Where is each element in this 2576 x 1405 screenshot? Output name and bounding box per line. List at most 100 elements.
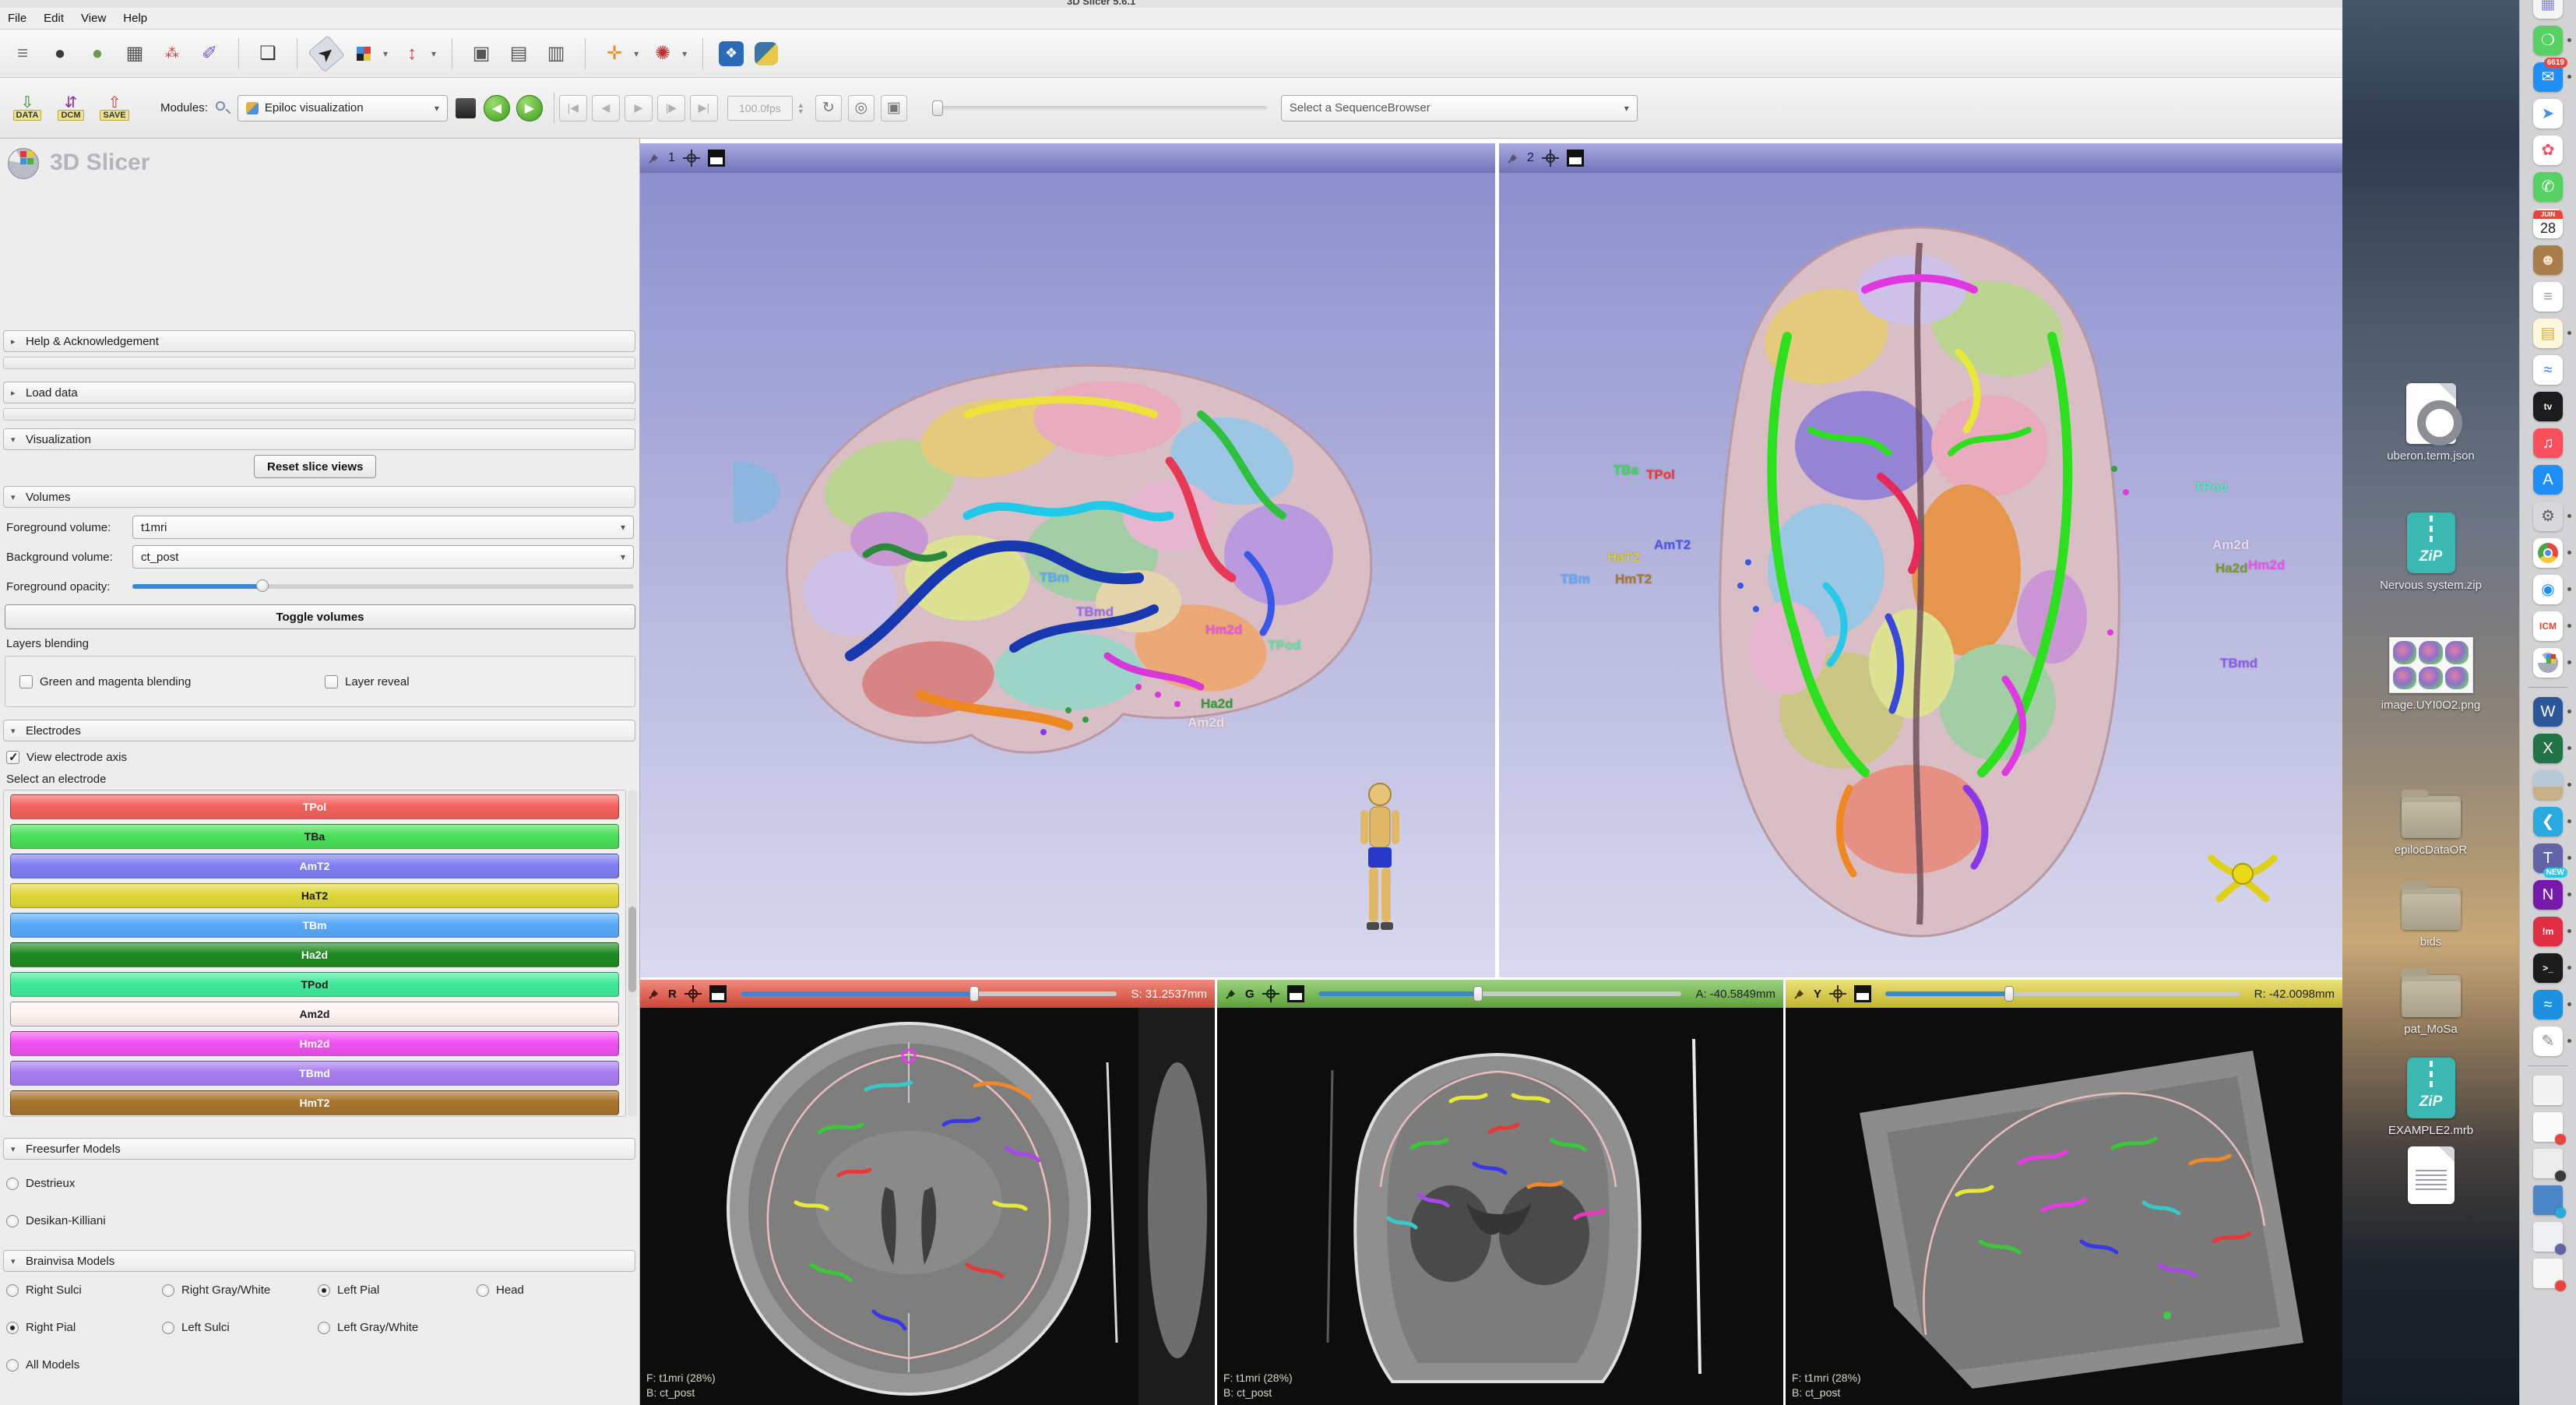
menu-view[interactable]: View: [81, 12, 106, 25]
view-menu-icon[interactable]: [709, 985, 727, 1002]
freesurfer-option-desikan[interactable]: Desikan-Killiani: [6, 1214, 106, 1227]
module-panel-toggle[interactable]: [456, 98, 476, 118]
electrode-button-hmt2[interactable]: HmT2: [10, 1090, 619, 1115]
green-magenta-blending-option[interactable]: Green and magenta blending: [19, 675, 191, 688]
layer-reveal-checkbox[interactable]: [325, 675, 338, 688]
section-freesurfer-models[interactable]: Freesurfer Models: [3, 1138, 635, 1160]
left-sulci-radio[interactable]: [162, 1322, 174, 1334]
sequence-browser-selector[interactable]: Select a SequenceBrowser ▾: [1281, 95, 1638, 121]
dock-minimized-window-3[interactable]: [2533, 1149, 2563, 1178]
extensions-icon[interactable]: ❖: [719, 41, 744, 66]
electrode-button-tbmd[interactable]: TBmd: [10, 1061, 619, 1086]
head-radio[interactable]: [477, 1284, 489, 1297]
slice-intersection-icon[interactable]: ✺: [649, 40, 676, 67]
freesurfer-option-destrieux[interactable]: Destrieux: [6, 1177, 75, 1190]
green-magenta-checkbox[interactable]: [19, 675, 33, 688]
dock-item-vscode[interactable]: ❮: [2533, 807, 2563, 836]
section-load-data[interactable]: Load data: [3, 382, 635, 403]
dock-item-icm[interactable]: ICM: [2533, 611, 2563, 641]
all-models-radio[interactable]: [6, 1359, 19, 1372]
dock-item-settings[interactable]: ⚙: [2533, 502, 2563, 531]
chevron-down-icon[interactable]: ▾: [634, 48, 639, 59]
chevron-down-icon[interactable]: ▾: [682, 48, 687, 59]
dock-item-word[interactable]: W: [2533, 697, 2563, 727]
dock-item-freeform[interactable]: ≈: [2533, 355, 2563, 385]
dock-item-mail[interactable]: ✉6619: [2533, 62, 2563, 92]
sequence-next-button[interactable]: |▶: [657, 95, 685, 121]
dock-item-contacts[interactable]: ☻: [2533, 245, 2563, 275]
sagittal-slice-canvas[interactable]: F: t1mri (28%) B: ct_post: [1786, 1008, 2342, 1405]
section-visualization[interactable]: Visualization: [3, 428, 635, 450]
3d-view-2-header[interactable]: 2: [1499, 143, 2342, 173]
place-point-icon[interactable]: ↕: [399, 40, 425, 67]
brainvisa-option-right-sulci[interactable]: Right Sulci: [6, 1284, 82, 1297]
sequence-first-button[interactable]: |◀: [559, 95, 587, 121]
module-selector[interactable]: Epiloc visualization ▾: [238, 95, 448, 121]
axial-slice-canvas[interactable]: F: t1mri (28%) B: ct_post: [640, 1008, 1215, 1405]
right-gray-white-radio[interactable]: [162, 1284, 174, 1297]
electrode-button-tba[interactable]: TBa: [10, 824, 619, 849]
fps-field[interactable]: 100.0fps: [727, 96, 793, 121]
load-dicom-button[interactable]: ⇵ DCM: [53, 88, 89, 129]
dock-item-launchpad[interactable]: ▦: [2533, 0, 2563, 19]
view-electrode-axis-option[interactable]: View electrode axis: [6, 751, 127, 764]
dock-item-safari[interactable]: ◉: [2533, 575, 2563, 604]
dock-item-docker[interactable]: ≈: [2533, 990, 2563, 1019]
dark-globe-icon[interactable]: ●: [47, 40, 73, 67]
python-console-icon[interactable]: [755, 42, 778, 65]
brush-icon[interactable]: ✐: [196, 40, 223, 67]
dock-item-textedit[interactable]: ✎: [2533, 1026, 2563, 1056]
dock-item-chrome[interactable]: [2533, 538, 2563, 568]
section-brainvisa-models[interactable]: Brainvisa Models: [3, 1250, 635, 1272]
layout-icon[interactable]: ❏: [255, 40, 281, 67]
menu-edit[interactable]: Edit: [44, 12, 64, 25]
chevron-down-icon[interactable]: ▾: [431, 48, 436, 59]
dock-minimized-window-5[interactable]: [2533, 1222, 2563, 1252]
module-search-icon[interactable]: [214, 100, 231, 117]
reset-slice-views-button[interactable]: Reset slice views: [254, 455, 376, 478]
brainvisa-option-head[interactable]: Head: [477, 1284, 524, 1297]
electrode-list-scrollbar[interactable]: [628, 790, 637, 1117]
fiducial-color-icon[interactable]: [350, 40, 377, 67]
dock-item-photos[interactable]: ✿: [2533, 136, 2563, 165]
crosshair-icon[interactable]: [1262, 985, 1279, 1002]
dock-item-maps[interactable]: ➤: [2533, 99, 2563, 129]
dock-item-apple-tv[interactable]: tv: [2533, 392, 2563, 421]
section-volumes[interactable]: Volumes: [3, 486, 635, 508]
sequence-snapshot-button[interactable]: ▣: [881, 95, 907, 121]
dock-minimized-window-4[interactable]: [2533, 1185, 2563, 1215]
desktop-file-nervous-system[interactable]: Nervous system.zip: [2342, 512, 2519, 593]
right-pial-radio[interactable]: [6, 1322, 19, 1334]
left-pial-radio[interactable]: [318, 1284, 330, 1297]
view-electrode-axis-checkbox[interactable]: [6, 751, 19, 764]
section-electrodes[interactable]: Electrodes: [3, 720, 635, 741]
dock-minimized-window-2[interactable]: [2533, 1112, 2563, 1142]
crosshair-icon[interactable]: [1542, 150, 1559, 167]
electrode-button-hm2d[interactable]: Hm2d: [10, 1031, 619, 1056]
menu-help[interactable]: Help: [123, 12, 147, 25]
dock-item-3d-slicer[interactable]: [2533, 648, 2563, 678]
electrode-button-tbm[interactable]: TBm: [10, 913, 619, 938]
brainvisa-option-left-pial[interactable]: Left Pial: [318, 1284, 379, 1297]
desktop-file-example2[interactable]: EXAMPLE2.mrb: [2342, 1058, 2519, 1138]
fps-stepper[interactable]: ▲▼: [797, 102, 804, 114]
coronal-slice-canvas[interactable]: F: t1mri (28%) B: ct_post: [1217, 1008, 1783, 1405]
slider-handle[interactable]: [2004, 986, 2014, 1002]
crosshair-icon[interactable]: ✛: [601, 40, 628, 67]
brainvisa-option-left-gray-white[interactable]: Left Gray/White: [318, 1321, 418, 1334]
destrieux-radio[interactable]: [6, 1178, 19, 1190]
electrode-button-am2d[interactable]: Am2d: [10, 1002, 619, 1026]
brainvisa-option-right-gray-white[interactable]: Right Gray/White: [162, 1284, 270, 1297]
module-history-icon[interactable]: ≡: [9, 40, 36, 67]
3d-view-1-header[interactable]: 1: [640, 143, 1495, 173]
scrollbar-thumb[interactable]: [628, 907, 636, 992]
dock-item-terminal[interactable]: >_: [2533, 953, 2563, 983]
pin-icon[interactable]: [648, 152, 660, 164]
right-sulci-radio[interactable]: [6, 1284, 19, 1297]
desikan-radio[interactable]: [6, 1215, 19, 1227]
dock-item-messages[interactable]: ❍: [2533, 26, 2563, 55]
crosshair-icon[interactable]: [1829, 985, 1846, 1002]
dock-item-music[interactable]: ♫: [2533, 428, 2563, 458]
yellow-slice-header[interactable]: Y R: -42.0098mm: [1786, 980, 2342, 1008]
electrode-button-ha2d[interactable]: Ha2d: [10, 942, 619, 967]
